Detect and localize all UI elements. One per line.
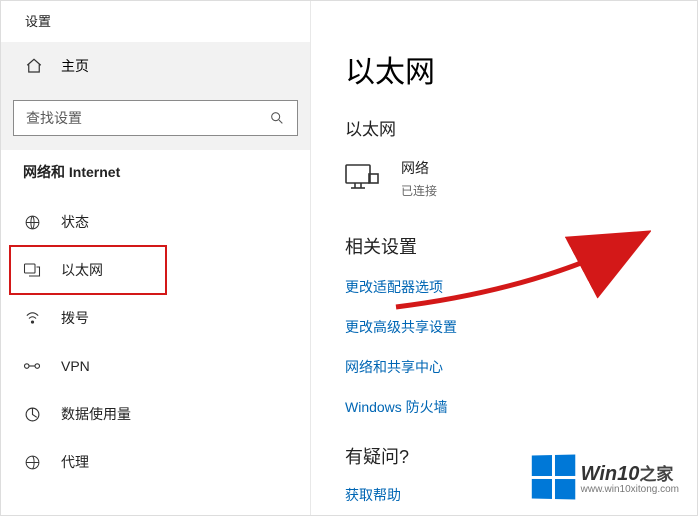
network-name: 网络 <box>401 158 437 178</box>
home-nav[interactable]: 主页 <box>1 42 310 90</box>
page-title: 以太网 <box>345 47 697 91</box>
nav-label: 代理 <box>61 452 89 472</box>
network-entry[interactable]: 网络 已连接 <box>345 158 697 199</box>
sidebar-item-ethernet[interactable]: 以太网 <box>1 246 310 294</box>
sidebar-item-datausage[interactable]: 数据使用量 <box>1 390 310 438</box>
proxy-icon <box>23 454 41 471</box>
sidebar-item-vpn[interactable]: VPN <box>1 342 310 390</box>
globe-icon <box>23 214 41 231</box>
nav-label: 以太网 <box>61 260 103 280</box>
sidebar: 设置 主页 网络和 Internet 状态 <box>1 1 311 515</box>
watermark-brand: Win10 <box>581 463 640 485</box>
link-adapter-options[interactable]: 更改适配器选项 <box>345 277 697 297</box>
sidebar-item-dialup[interactable]: 拨号 <box>1 294 310 342</box>
nav-label: 数据使用量 <box>61 404 131 424</box>
windows-logo-icon <box>531 454 574 499</box>
link-network-center[interactable]: 网络和共享中心 <box>345 357 697 377</box>
nav-label: VPN <box>61 358 90 374</box>
nav-label: 拨号 <box>61 308 89 328</box>
vpn-icon <box>23 359 41 373</box>
sidebar-item-status[interactable]: 状态 <box>1 198 310 246</box>
monitor-icon <box>345 164 379 194</box>
search-input[interactable] <box>26 110 261 126</box>
dialup-icon <box>23 310 41 327</box>
search-box[interactable] <box>13 100 298 136</box>
watermark-suffix: 之家 <box>639 465 673 484</box>
watermark-url: www.win10xitong.com <box>581 484 679 495</box>
page-subtitle: 以太网 <box>345 115 697 140</box>
related-heading: 相关设置 <box>345 233 697 259</box>
sidebar-item-proxy[interactable]: 代理 <box>1 438 310 486</box>
nav-list: 状态 以太网 拨号 VPN <box>1 198 310 486</box>
category-heading: 网络和 Internet <box>1 150 310 198</box>
datausage-icon <box>23 406 41 423</box>
nav-label: 状态 <box>61 212 89 232</box>
network-status: 已连接 <box>401 182 437 199</box>
home-icon <box>25 57 43 75</box>
link-firewall[interactable]: Windows 防火墙 <box>345 397 697 417</box>
home-label: 主页 <box>61 56 89 76</box>
window-title: 设置 <box>1 1 310 42</box>
content-area: 以太网 以太网 网络 已连接 相关设置 更改适配器选项 更改高级共享设置 网络和… <box>311 1 697 515</box>
ethernet-icon <box>23 262 41 278</box>
watermark: Win10之家 www.win10xitong.com <box>531 455 679 499</box>
search-icon[interactable] <box>269 110 285 126</box>
link-sharing-settings[interactable]: 更改高级共享设置 <box>345 317 697 337</box>
